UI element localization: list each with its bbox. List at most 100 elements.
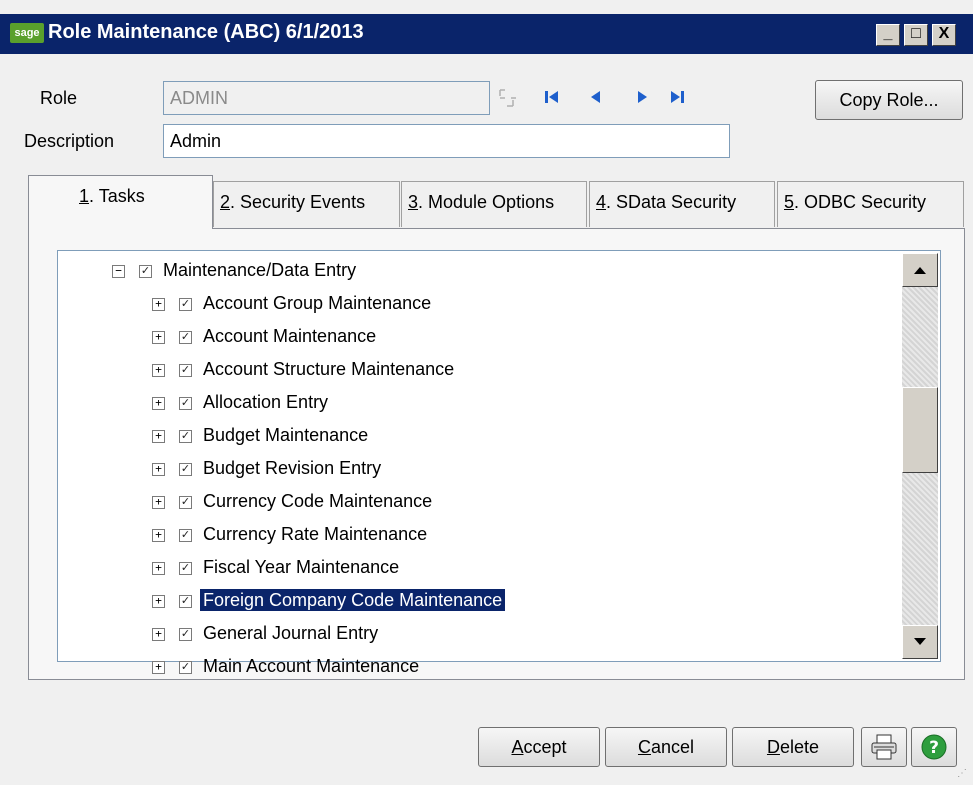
checkbox[interactable]: ✓ <box>179 363 192 377</box>
tab-module-options-mnemonic: 3 <box>408 192 419 212</box>
resize-grip-icon[interactable]: ⋰ <box>957 768 971 782</box>
first-record-icon[interactable] <box>540 86 562 108</box>
checkbox[interactable]: ✓ <box>179 429 192 443</box>
tree-row[interactable]: + ✓ Currency Code Maintenance <box>152 485 505 518</box>
expand-icon[interactable]: + <box>152 660 165 674</box>
vertical-scrollbar[interactable] <box>902 253 938 659</box>
description-input[interactable]: Admin <box>163 124 730 158</box>
description-label: Description <box>24 131 115 151</box>
checkbox[interactable]: ✓ <box>179 594 192 608</box>
tree-row[interactable]: + ✓ General Journal Entry <box>152 617 505 650</box>
close-button[interactable]: X <box>932 24 956 46</box>
tree-row[interactable]: + ✓ Account Group Maintenance <box>152 287 505 320</box>
tab-sdata-security[interactable]: 4. SData Security <box>589 181 775 227</box>
scroll-up-arrow-icon[interactable] <box>902 253 938 287</box>
task-tree[interactable]: − ✓ Maintenance/Data Entry + ✓ Account Group… <box>57 250 941 676</box>
tree-row[interactable]: + ✓ Currency Rate Maintenance <box>152 518 505 551</box>
tab-module-options-label: . Module Options <box>418 192 555 212</box>
tree-label: Main Account Maintenance <box>203 656 420 676</box>
accept-mnemonic: A <box>511 737 524 757</box>
tree-row[interactable]: + ✓ Account Structure Maintenance <box>152 353 505 386</box>
copy-role-button[interactable]: Copy Role... <box>815 80 963 120</box>
expand-icon[interactable]: + <box>152 363 165 377</box>
last-record-icon[interactable] <box>667 86 689 108</box>
expand-icon[interactable]: + <box>152 429 165 443</box>
role-input[interactable]: ADMIN <box>163 81 490 115</box>
checkbox[interactable]: ✓ <box>179 627 192 641</box>
window-title: Role Maintenance (ABC) 6/1/2013 <box>48 21 364 43</box>
tree-label: Maintenance/Data Entry <box>163 260 357 280</box>
sage-logo-icon: sage <box>10 23 44 43</box>
tree-label: Allocation Entry <box>203 392 329 412</box>
tree-label: Fiscal Year Maintenance <box>203 557 400 577</box>
expand-icon[interactable]: + <box>152 462 165 476</box>
checkbox[interactable]: ✓ <box>179 330 192 344</box>
tree-row[interactable]: + ✓ Account Maintenance <box>152 320 505 353</box>
tab-security-events[interactable]: 2. Security Events <box>213 181 400 227</box>
tab-odbc-security-label: . ODBC Security <box>794 192 927 212</box>
role-label: Role <box>40 88 78 108</box>
tree-label: Account Group Maintenance <box>203 293 432 313</box>
checkbox[interactable]: ✓ <box>179 462 192 476</box>
checkbox[interactable]: ✓ <box>179 297 192 311</box>
expand-icon[interactable]: + <box>152 396 165 410</box>
checkbox[interactable]: ✓ <box>179 528 192 542</box>
next-record-icon[interactable] <box>631 86 653 108</box>
scroll-down-arrow-icon[interactable] <box>902 625 938 659</box>
delete-label: elete <box>779 737 820 757</box>
tab-sdata-security-mnemonic: 4 <box>596 192 607 212</box>
tab-module-options[interactable]: 3. Module Options <box>401 181 587 227</box>
tab-odbc-security-mnemonic: 5 <box>784 192 795 212</box>
tab-odbc-security[interactable]: 5. ODBC Security <box>777 181 964 227</box>
expand-icon[interactable]: + <box>152 594 165 608</box>
delete-button[interactable]: Delete <box>732 727 854 767</box>
tree-label: Budget Maintenance <box>203 425 369 445</box>
tree-row-selected[interactable]: + ✓ Foreign Company Code Maintenance <box>152 584 507 617</box>
checkbox[interactable]: ✓ <box>179 495 192 509</box>
tree-label: Account Structure Maintenance <box>203 359 455 379</box>
print-button[interactable] <box>861 727 907 767</box>
tree-parent: − ✓ Maintenance/Data Entry <box>112 254 359 287</box>
checkbox[interactable]: ✓ <box>139 264 152 278</box>
tab-tasks-mnemonic: 1 <box>79 186 90 206</box>
accept-button[interactable]: Accept <box>478 727 600 767</box>
tree-row-maintenance-data-entry[interactable]: − ✓ Maintenance/Data Entry <box>112 254 359 287</box>
tab-security-events-label: . Security Events <box>230 192 366 212</box>
accept-label: ccept <box>523 737 567 757</box>
tab-tasks[interactable]: 1. Tasks <box>28 175 213 229</box>
expand-icon[interactable]: + <box>152 627 165 641</box>
svg-text:?: ? <box>929 738 939 758</box>
tab-tasks-label: . Tasks <box>89 186 145 206</box>
collapse-icon[interactable]: − <box>112 264 125 278</box>
tree-label: Foreign Company Code Maintenance <box>198 588 507 612</box>
expand-icon[interactable]: + <box>152 297 165 311</box>
tree-children: + ✓ Account Group Maintenance + ✓ Account Ma… <box>152 287 507 683</box>
checkbox[interactable]: ✓ <box>179 660 192 674</box>
expand-icon[interactable]: + <box>152 495 165 509</box>
expand-icon[interactable]: + <box>152 561 165 575</box>
scrollbar-thumb[interactable] <box>902 387 938 473</box>
tree-row[interactable]: + ✓ Main Account Maintenance <box>152 650 505 683</box>
tree-row[interactable]: + ✓ Budget Maintenance <box>152 419 505 452</box>
tree-row[interactable]: + ✓ Fiscal Year Maintenance <box>152 551 505 584</box>
help-button[interactable]: ? <box>911 727 957 767</box>
tree-label: Currency Code Maintenance <box>203 491 433 511</box>
tree-row[interactable]: + ✓ Budget Revision Entry <box>152 452 505 485</box>
title-bar: sage Role Maintenance (ABC) 6/1/2013 _ □… <box>0 14 973 54</box>
help-icon: ? <box>921 734 947 760</box>
lookup-icon[interactable] <box>497 86 519 110</box>
checkbox[interactable]: ✓ <box>179 561 192 575</box>
cancel-label: ancel <box>650 737 695 757</box>
tree-row[interactable]: + ✓ Allocation Entry <box>152 386 505 419</box>
minimize-button[interactable]: _ <box>876 24 900 46</box>
previous-record-icon[interactable] <box>585 86 607 108</box>
tree-label: Account Maintenance <box>203 326 377 346</box>
tab-security-events-mnemonic: 2 <box>220 192 231 212</box>
expand-icon[interactable]: + <box>152 330 165 344</box>
printer-icon <box>871 734 897 760</box>
maximize-button[interactable]: □ <box>904 24 928 46</box>
checkbox[interactable]: ✓ <box>179 396 192 410</box>
expand-icon[interactable]: + <box>152 528 165 542</box>
cancel-button[interactable]: Cancel <box>605 727 727 767</box>
tab-sdata-security-label: . SData Security <box>606 192 737 212</box>
